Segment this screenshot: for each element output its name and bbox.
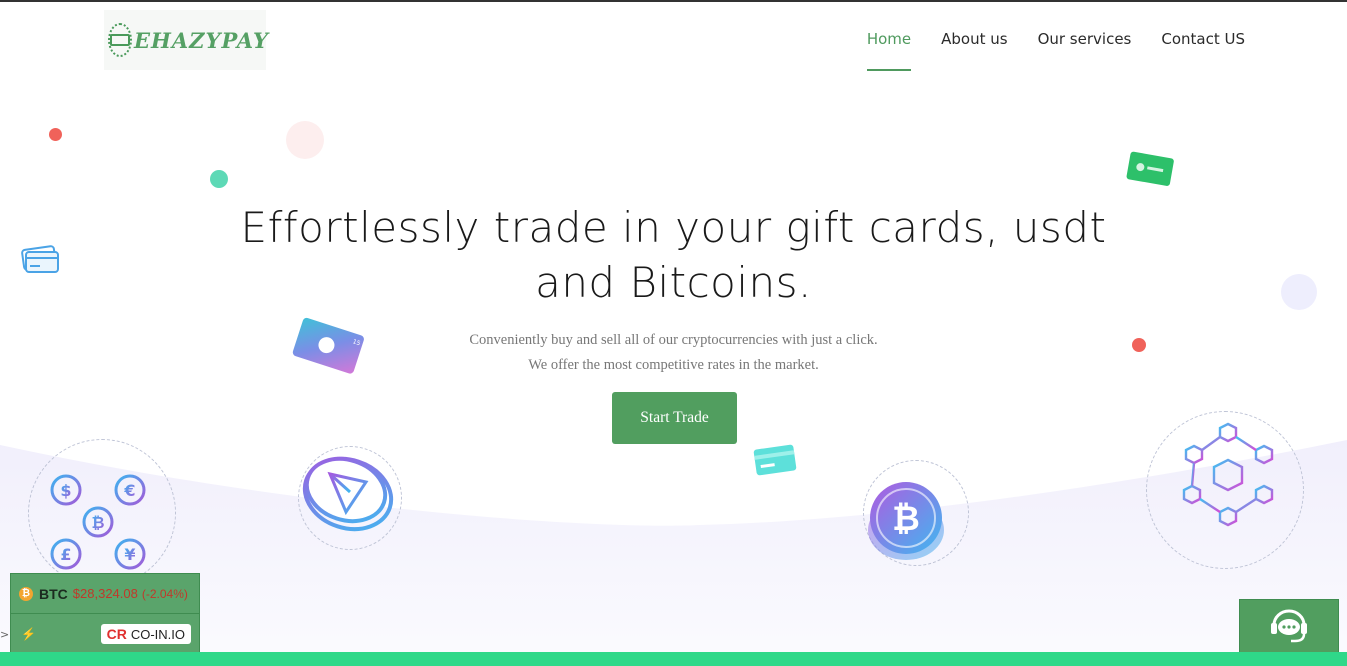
card-logo-icon [108, 23, 132, 57]
nav-about-us[interactable]: About us [941, 30, 1007, 71]
svg-text:€: € [123, 481, 135, 500]
svg-text:£: £ [60, 545, 71, 564]
bottom-accent-bar [0, 652, 1347, 666]
decor-dot-pink [286, 121, 324, 159]
hero-subtitle-line-1: Conveniently buy and sell all of our cry… [469, 332, 878, 348]
svg-text:₿: ₿ [91, 513, 104, 532]
hero-title-line-2: and Bitcoins. [535, 258, 812, 307]
ticker-price-row: ₿ BTC $28,324.08 (-2.04%) [11, 574, 199, 614]
hero-wave-background [0, 440, 1347, 666]
brand-name: EHAZYPAY [134, 27, 269, 53]
bitcoin-icon: ₿ [19, 586, 33, 601]
ticker-toggle-icon[interactable]: > [0, 628, 9, 641]
coinio-link[interactable]: ϹR CO-IN.IO [100, 624, 191, 644]
start-trade-button[interactable]: Start Trade [612, 392, 737, 444]
coinio-logo-mark: ϹR [106, 626, 127, 642]
spotify-gift-card-icon [1126, 151, 1174, 186]
ticker-symbol: BTC [39, 585, 68, 602]
svg-text:₿: ₿ [892, 499, 920, 539]
nav-home[interactable]: Home [866, 30, 912, 71]
tron-coin-icon [302, 456, 394, 532]
decor-dot-teal [210, 170, 228, 188]
btc-ticker-widget[interactable]: ₿ BTC $28,324.08 (-2.04%) ⚡ ϹR CO-IN.IO [10, 573, 200, 654]
decor-dot-red [49, 128, 62, 141]
lightning-icon: ⚡ [21, 627, 36, 641]
top-rule [0, 0, 1347, 2]
support-chat-button[interactable] [1239, 599, 1339, 654]
svg-text:¥: ¥ [124, 545, 135, 564]
ticker-provider-row: ⚡ ϹR CO-IN.IO [11, 614, 199, 654]
nav-contact-us[interactable]: Contact US [1161, 30, 1245, 71]
brand-logo[interactable]: EHAZYPAY [104, 10, 269, 70]
hero-title-line-1: Effortlessly trade in your gift cards, u… [240, 203, 1107, 252]
teal-card-icon [753, 444, 797, 476]
coinio-label: CO-IN.IO [130, 626, 185, 642]
ticker-price: $28,324.08 [72, 586, 138, 601]
svg-text:$: $ [60, 481, 71, 500]
hero-subtitle-line-2: We offer the most competitive rates in t… [528, 357, 819, 373]
hero-subtitle: Conveniently buy and sell all of our cry… [0, 328, 1347, 378]
headset-chat-icon [1271, 609, 1307, 642]
currency-network-icon: $ € ₿ £ ¥ [50, 474, 146, 570]
main-nav: Home About us Our services Contact US [866, 30, 1245, 71]
bitcoin-coin-icon: ₿ [868, 482, 944, 560]
ticker-change: (-2.04%) [141, 586, 188, 601]
hero-title: Effortlessly trade in your gift cards, u… [0, 200, 1347, 310]
nav-our-services[interactable]: Our services [1038, 30, 1132, 71]
blockchain-network-icon [1182, 422, 1274, 527]
